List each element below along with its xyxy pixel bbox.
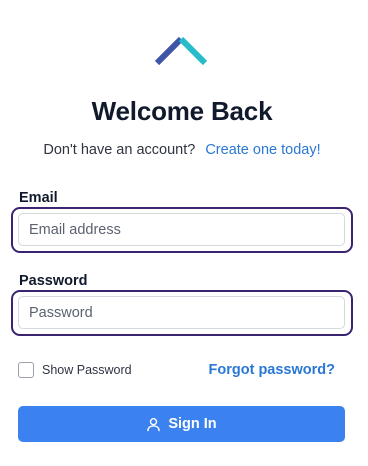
password-field[interactable] — [18, 296, 345, 329]
page-title: Welcome Back — [91, 96, 273, 126]
email-field-focus-ring — [11, 207, 353, 253]
show-password-checkbox[interactable] — [18, 362, 34, 378]
forgot-password-link[interactable]: Forgot password? — [209, 362, 335, 378]
signup-prompt-text: Don't have an account? — [43, 142, 196, 158]
user-icon — [147, 417, 161, 431]
password-field-focus-ring — [11, 290, 353, 336]
sign-in-label: Sign In — [168, 416, 217, 432]
chevron-up-logo-icon — [154, 36, 208, 66]
password-label: Password — [19, 273, 88, 289]
email-field[interactable] — [18, 213, 345, 246]
sign-in-button[interactable]: Sign In — [18, 406, 345, 442]
show-password-row: Show Password — [18, 361, 132, 379]
email-label: Email — [19, 190, 58, 206]
show-password-label[interactable]: Show Password — [42, 363, 132, 377]
login-page: Welcome Back Don't have an account? Crea… — [0, 0, 368, 466]
signup-prompt: Don't have an account? Create one today! — [0, 142, 364, 158]
create-account-link[interactable]: Create one today! — [205, 142, 320, 158]
